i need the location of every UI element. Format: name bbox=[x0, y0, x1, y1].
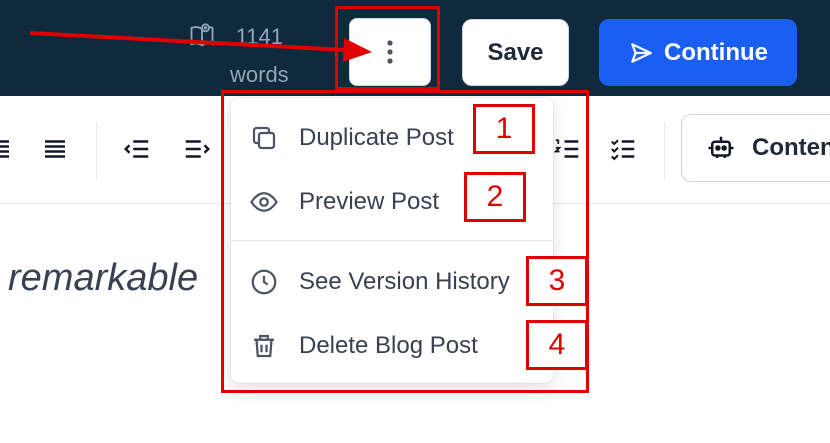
save-button[interactable]: Save bbox=[462, 19, 569, 86]
content-ai-button[interactable]: Content bbox=[681, 114, 830, 182]
send-icon bbox=[631, 42, 652, 63]
indent-icon[interactable] bbox=[182, 134, 212, 164]
editor-content-text[interactable]: remarkable bbox=[8, 257, 198, 300]
align-justify-icon[interactable] bbox=[40, 134, 70, 164]
annotation-number-4: 4 bbox=[526, 320, 588, 370]
annotation-number-3: 3 bbox=[526, 256, 588, 306]
content-button-label: Content bbox=[752, 134, 830, 161]
robot-icon bbox=[708, 136, 734, 158]
word-count: 1141 words bbox=[188, 18, 289, 94]
annotation-number-2: 2 bbox=[464, 172, 526, 222]
book-icon bbox=[190, 23, 214, 47]
word-count-number: 1141 bbox=[235, 24, 283, 49]
word-count-unit: words bbox=[230, 62, 289, 87]
continue-label: Continue bbox=[664, 38, 768, 66]
checklist-icon[interactable] bbox=[608, 134, 638, 164]
outdent-icon[interactable] bbox=[122, 134, 152, 164]
toolbar-divider bbox=[664, 122, 665, 180]
continue-button[interactable]: Continue bbox=[599, 19, 797, 86]
highlight-more-button bbox=[335, 6, 440, 90]
align-justify-icon[interactable] bbox=[0, 134, 14, 164]
toolbar-divider bbox=[96, 122, 97, 180]
annotation-number-1: 1 bbox=[473, 104, 535, 154]
